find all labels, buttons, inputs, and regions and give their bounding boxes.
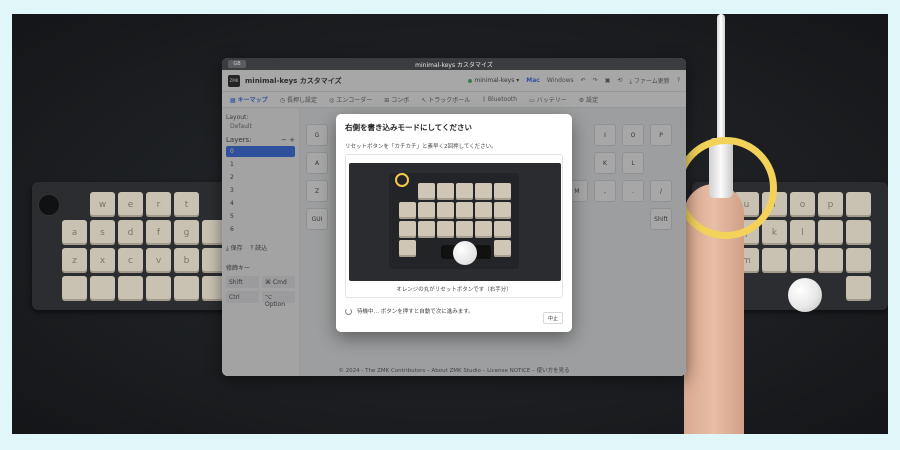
flash-mode-dialog: 右側を書き込みモードにしてください リセットボタンを「カチカチ」と素早く2回押し… (336, 114, 572, 332)
dialog-title: 右側を書き込みモードにしてください (345, 123, 473, 132)
keyboard-photo (349, 163, 561, 281)
window-title: minimal-keys カスタマイズ (415, 61, 493, 69)
rotary-encoder-knob (38, 194, 60, 216)
titlebar-badge: GB (228, 60, 246, 68)
trackball (453, 241, 477, 265)
status-text: 待機中… ボタンを押すと自動で次に進みます。 (357, 309, 474, 315)
stop-button[interactable]: 中止 (543, 312, 563, 324)
window-titlebar: GB minimal-keys カスタマイズ (222, 58, 686, 70)
highlight-ring (675, 137, 777, 239)
footer: © 2024 - The ZMK Contributors – About ZM… (338, 368, 570, 374)
status-row: 待機中… ボタンを押すと自動で次に進みます。 (345, 307, 563, 315)
instruction-figure: オレンジの丸がリセットボタンです（右手分） (345, 154, 563, 298)
spinner-icon (345, 307, 352, 315)
left-keyboard-half: wert asdfg zxcvb (32, 182, 242, 310)
left-keyboard-keys: wert asdfg zxcvb (62, 192, 227, 301)
trackball (788, 278, 822, 312)
dialog-description: リセットボタンを「カチカチ」と素早く2回押してください。 (345, 144, 497, 150)
reset-button-highlight-icon (395, 173, 409, 187)
figure-caption: オレンジの丸がリセットボタンです（右手分） (396, 287, 512, 293)
